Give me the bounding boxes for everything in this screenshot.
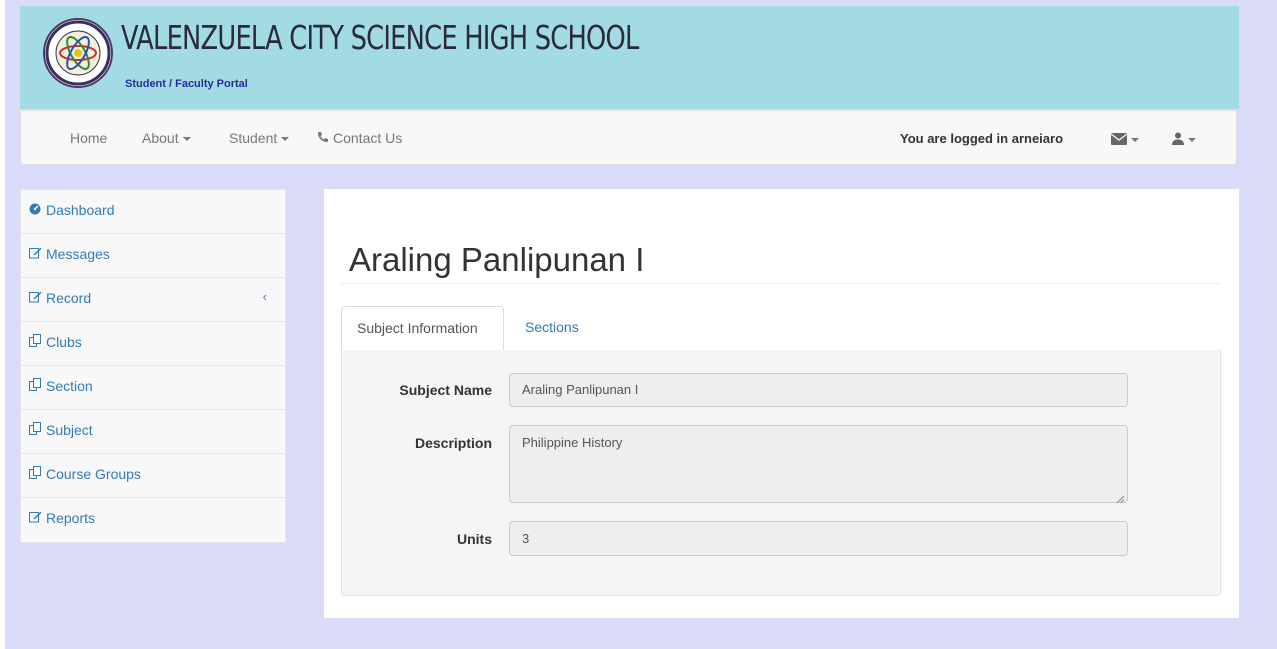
copy-icon — [29, 334, 43, 350]
title-divider — [341, 283, 1221, 284]
copy-icon — [29, 466, 43, 482]
sidebar-item-label: Clubs — [46, 334, 82, 350]
sidebar-item-label: Dashboard — [46, 202, 115, 218]
caret-down-icon — [182, 137, 191, 142]
sidebar-item-section[interactable]: Section — [21, 366, 285, 410]
sidebar-item-label: Course Groups — [46, 466, 141, 482]
edit-icon — [29, 247, 43, 262]
nav-student-label: Student — [229, 130, 278, 146]
messages-dropdown[interactable] — [1110, 131, 1139, 148]
tab-subject-information[interactable]: Subject Information — [341, 306, 504, 350]
tab-bar: Subject Information Sections — [341, 306, 1221, 351]
nav-home[interactable]: Home — [70, 130, 107, 146]
user-icon — [1172, 132, 1184, 148]
page-title: Araling Panlipunan I — [349, 241, 645, 278]
main-panel: Araling Panlipunan I Subject Information… — [324, 189, 1239, 618]
nav-about-label: About — [142, 130, 179, 146]
page-left-edge — [0, 0, 5, 649]
sidebar-item-clubs[interactable]: Clubs — [21, 322, 285, 366]
description-label: Description — [414, 435, 492, 451]
logged-in-status: You are logged in arneiaro — [900, 131, 1064, 146]
subject-info-form: Subject Name Araling Panlipunan I Descri… — [341, 350, 1221, 596]
sidebar-item-subject[interactable]: Subject — [21, 410, 285, 454]
description-textarea[interactable]: Philippine History — [509, 425, 1128, 504]
sidebar-item-reports[interactable]: Reports — [21, 498, 285, 542]
subject-name-label: Subject Name — [399, 382, 492, 398]
sidebar-item-label: Section — [46, 378, 93, 394]
description-text: Philippine History — [522, 435, 623, 450]
nav-contact[interactable]: Contact Us — [317, 130, 402, 146]
units-label: Units — [457, 531, 492, 547]
caret-down-icon — [281, 137, 290, 142]
dashboard-icon — [29, 203, 43, 218]
sidebar-item-label: Record — [46, 290, 92, 306]
resize-handle-icon[interactable] — [1116, 491, 1125, 504]
edit-icon — [29, 511, 43, 526]
header-banner: VALENZUELA CITY SCIENCE HIGH SCHOOL Stud… — [20, 6, 1239, 109]
nav-contact-label: Contact Us — [333, 130, 403, 146]
nav-home-label: Home — [70, 130, 108, 146]
edit-icon — [29, 291, 43, 306]
top-navbar: Home About Student Contact Us You are lo… — [20, 110, 1237, 165]
sidebar-item-dashboard[interactable]: Dashboard — [21, 190, 285, 234]
portal-subtitle: Student / Faculty Portal — [125, 78, 248, 90]
school-seal-icon — [43, 18, 113, 88]
chevron-left-icon: ‹ — [262, 289, 267, 304]
tab-sections[interactable]: Sections — [510, 306, 594, 350]
caret-down-icon — [1188, 138, 1196, 143]
units-field[interactable]: 3 — [509, 521, 1128, 556]
user-dropdown[interactable] — [1172, 131, 1196, 148]
sidebar-item-label: Messages — [46, 246, 110, 262]
copy-icon — [29, 422, 43, 438]
caret-down-icon — [1131, 138, 1139, 143]
phone-icon — [317, 130, 329, 146]
sidebar-item-label: Subject — [46, 422, 93, 438]
envelope-icon — [1110, 132, 1128, 148]
sidebar-item-messages[interactable]: Messages — [21, 234, 285, 278]
sidebar-item-label: Reports — [46, 510, 96, 526]
sidebar-item-record[interactable]: Record ‹ — [21, 278, 285, 322]
nav-about-dropdown[interactable]: About — [142, 130, 191, 146]
school-name: VALENZUELA CITY SCIENCE HIGH SCHOOL — [121, 18, 639, 57]
nav-student-dropdown[interactable]: Student — [229, 130, 290, 146]
sidebar-item-course-groups[interactable]: Course Groups — [21, 454, 285, 498]
sidebar: Dashboard Messages Record ‹ Clubs Sectio… — [20, 189, 286, 543]
copy-icon — [29, 378, 43, 394]
subject-name-field[interactable]: Araling Panlipunan I — [509, 373, 1128, 407]
